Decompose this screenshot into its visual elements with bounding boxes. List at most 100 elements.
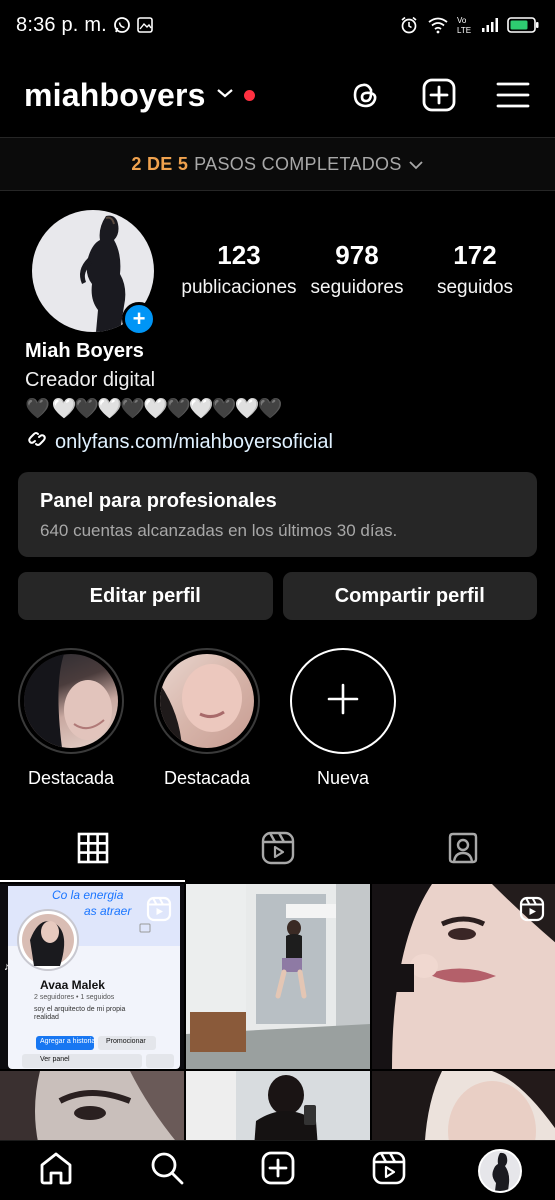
highlight-photo [160, 664, 242, 748]
svg-text:♪: ♪ [4, 961, 10, 973]
post-thumbnail[interactable] [372, 884, 555, 1069]
dashboard-title: Panel para profesionales [40, 490, 277, 512]
bio-text: 🖤 🤍🖤🤍🖤🤍🖤🤍🖤🤍🖤 [25, 398, 282, 420]
steps-label: PASOS COMPLETADOS [194, 153, 402, 174]
notification-dot [243, 89, 255, 101]
add-story-plus-icon[interactable]: + [122, 302, 156, 336]
steps-divider [0, 190, 555, 191]
professional-dashboard[interactable]: Panel para profesionales 640 cuentas alc… [18, 472, 537, 557]
stat-label: seguidores [310, 277, 404, 298]
stat-label: seguidos [436, 277, 514, 298]
highlight-cover [154, 648, 260, 754]
threads-icon[interactable] [347, 77, 383, 113]
highlight-label: Destacada [163, 768, 251, 788]
tagged-user-icon [446, 831, 480, 870]
profile-bio: Miah Boyers Creador digital 🖤 🤍🖤🤍🖤🤍🖤🤍🖤🤍🖤… [25, 340, 535, 457]
whatsapp-icon [113, 16, 131, 34]
chevron-down-icon [408, 154, 424, 175]
profile-stats: 123 publicaciones 978 seguidores 172 seg… [180, 240, 535, 299]
menu-icon[interactable] [495, 77, 531, 113]
chevron-down-icon[interactable] [216, 86, 234, 104]
stat-value: 123 [217, 240, 261, 270]
nav-home[interactable] [0, 1141, 111, 1200]
alarm-icon [399, 15, 419, 35]
posts-grid: ♪ Co la energia as atraer Avaa Malek 2 s… [0, 884, 555, 1144]
post-profile-stats: 2 seguidores • 1 seguidos [34, 994, 115, 1001]
status-left-icons [113, 16, 154, 34]
nav-search[interactable] [111, 1141, 222, 1200]
tab-tagged[interactable] [370, 818, 555, 882]
reel-icon [146, 896, 172, 927]
create-post-icon[interactable] [421, 77, 457, 113]
profile-header: miahboyers [0, 62, 555, 128]
grid-icon [77, 832, 109, 869]
highlight-label: Destacada [27, 768, 115, 788]
post-thumbnail[interactable] [372, 1071, 555, 1144]
stat-label: publicaciones [181, 277, 297, 298]
steps-done-count: 2 DE 5 [131, 153, 189, 174]
post-thumbnail[interactable]: ♪ Co la energia as atraer Avaa Malek 2 s… [0, 884, 184, 1069]
stat-following[interactable]: 172 seguidos [416, 240, 534, 299]
highlight-item[interactable]: Destacada [154, 648, 260, 789]
volte-icon: Vo LTE [457, 15, 473, 35]
post-image [186, 1071, 370, 1144]
dashboard-subtitle: 640 cuentas alcanzadas en los últimos 30… [40, 521, 398, 540]
header-actions [347, 77, 531, 113]
gallery-icon [136, 16, 154, 34]
post-profile-name: Avaa Malek [40, 978, 105, 992]
highlight-cover [18, 648, 124, 754]
tab-posts-grid[interactable] [0, 818, 185, 882]
status-time: 8:36 p. m. [16, 13, 107, 36]
setup-steps-banner[interactable]: 2 DE 5 PASOS COMPLETADOS [0, 138, 555, 190]
svg-text:Vo: Vo [457, 16, 467, 25]
post-overlay-text: Co la energia [52, 888, 124, 902]
wifi-icon [427, 16, 449, 34]
status-bar: 8:36 p. m. Vo LTE [0, 0, 555, 50]
post-profile-bio: soy el arquitecto de mi propia realidad [34, 1006, 126, 1022]
display-name: Miah Boyers [25, 340, 144, 362]
reel-icon [519, 896, 545, 927]
username-switcher[interactable]: miahboyers [24, 77, 206, 114]
profile-category: Creador digital [25, 369, 156, 391]
highlight-photo [24, 654, 112, 748]
battery-icon [507, 16, 539, 34]
profile-avatar[interactable]: + [32, 210, 156, 336]
tab-reels[interactable] [185, 818, 370, 882]
reels-icon [261, 831, 295, 870]
highlight-label: Nueva [316, 768, 370, 788]
avatar [477, 1148, 522, 1193]
new-highlight-circle [290, 648, 396, 754]
post-thumbnail[interactable] [186, 884, 370, 1069]
new-highlight-button[interactable]: Nueva [290, 648, 396, 789]
stat-followers[interactable]: 978 seguidores [298, 240, 416, 299]
post-image [186, 884, 370, 1069]
post-ui-button: Agregar a historia [40, 1038, 96, 1045]
bio-link[interactable]: onlyfans.com/miahboyersoficial [25, 427, 535, 457]
svg-text:LTE: LTE [457, 26, 471, 35]
plus-icon [326, 682, 360, 721]
link-icon [25, 427, 49, 457]
home-icon [38, 1150, 74, 1191]
status-right-icons: Vo LTE [399, 15, 539, 35]
edit-profile-button[interactable]: Editar perfil [18, 572, 273, 620]
post-thumbnail[interactable] [186, 1071, 370, 1144]
search-icon [149, 1150, 185, 1191]
highlight-item[interactable]: Destacada [18, 648, 124, 789]
stat-value: 978 [335, 240, 379, 270]
post-ui-button: Promocionar [106, 1038, 146, 1045]
nav-profile[interactable] [444, 1141, 555, 1200]
share-profile-button[interactable]: Compartir perfil [282, 572, 537, 620]
avatar-photo [479, 1150, 520, 1191]
link-text: onlyfans.com/miahboyersoficial [55, 430, 333, 453]
reels-icon [371, 1150, 407, 1191]
post-image [0, 1071, 184, 1144]
stat-posts[interactable]: 123 publicaciones [180, 240, 298, 299]
post-overlay-text: as atraer [84, 904, 132, 918]
create-post-icon [260, 1150, 296, 1191]
nav-reels[interactable] [333, 1141, 444, 1200]
stat-value: 172 [453, 240, 497, 270]
story-highlights: Destacada Destacada Nueva [18, 648, 396, 789]
nav-create[interactable] [222, 1141, 333, 1200]
post-thumbnail[interactable] [0, 1071, 184, 1144]
post-image [372, 1071, 555, 1144]
